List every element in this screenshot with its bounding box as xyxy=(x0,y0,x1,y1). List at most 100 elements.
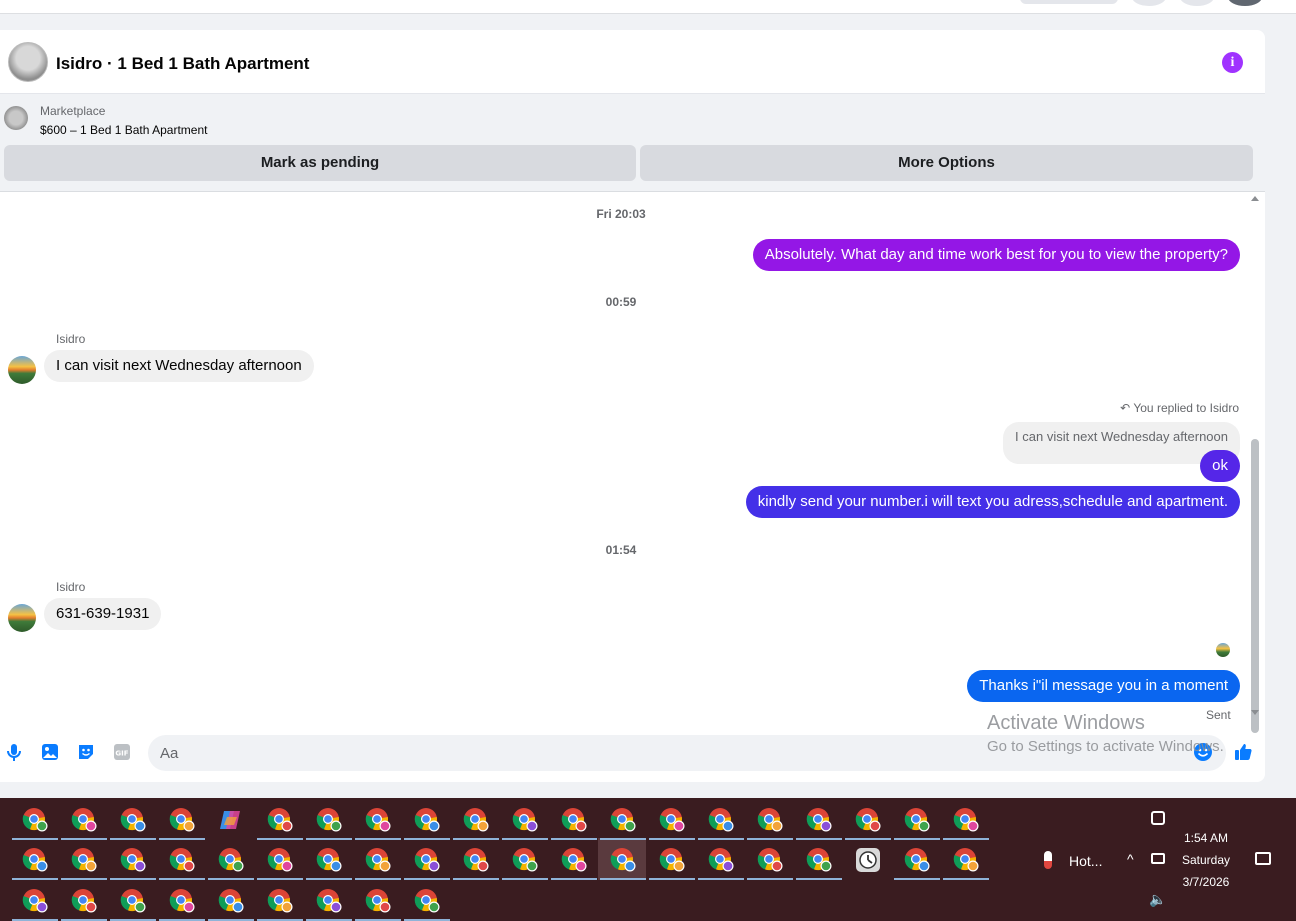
chrome-profile-icon[interactable] xyxy=(806,847,832,873)
taskbar-running-indicator xyxy=(12,878,58,880)
chrome-profile-icon[interactable] xyxy=(365,807,391,833)
outgoing-message[interactable]: kindly send your number.i will text you … xyxy=(745,486,1240,518)
chrome-profile-icon[interactable] xyxy=(414,888,440,914)
chrome-profile-icon[interactable] xyxy=(708,847,734,873)
chrome-profile-icon[interactable] xyxy=(904,807,930,833)
contact-avatar[interactable] xyxy=(8,604,36,632)
chrome-profile-icon[interactable] xyxy=(316,847,342,873)
scrollbar-thumb[interactable] xyxy=(1251,439,1259,733)
chrome-profile-icon[interactable] xyxy=(904,847,930,873)
image-icon[interactable] xyxy=(40,742,60,762)
chrome-profile-icon[interactable] xyxy=(806,807,832,833)
top-bar-pill[interactable] xyxy=(1020,0,1118,4)
taskbar-running-indicator xyxy=(306,838,352,840)
chrome-profile-icon[interactable] xyxy=(316,807,342,833)
top-bar-menu-icon[interactable] xyxy=(1132,0,1166,6)
top-bar-notifications-icon[interactable] xyxy=(1180,0,1214,6)
chrome-profile-icon[interactable] xyxy=(120,847,146,873)
clock-date[interactable]: 3/7/2026 xyxy=(1178,875,1234,889)
conversation-title[interactable]: Isidro · 1 Bed 1 Bath Apartment xyxy=(56,54,309,74)
taskbar-running-indicator xyxy=(943,878,989,880)
chrome-profile-icon[interactable] xyxy=(120,888,146,914)
chrome-profile-icon[interactable] xyxy=(708,807,734,833)
chrome-profile-icon[interactable] xyxy=(169,807,195,833)
chrome-profile-icon[interactable] xyxy=(512,847,538,873)
chrome-profile-icon[interactable] xyxy=(953,847,979,873)
chrome-profile-icon[interactable] xyxy=(463,807,489,833)
chrome-profile-icon[interactable] xyxy=(561,847,587,873)
chrome-profile-icon[interactable] xyxy=(267,807,293,833)
incoming-message[interactable]: 631-639-1931 xyxy=(44,598,162,630)
mark-as-pending-button[interactable]: Mark as pending xyxy=(4,145,636,181)
chrome-profile-icon[interactable] xyxy=(610,847,636,873)
top-bar-account-icon[interactable] xyxy=(1228,0,1262,6)
chrome-profile-icon[interactable] xyxy=(463,847,489,873)
chrome-profile-icon[interactable] xyxy=(22,847,48,873)
listing-avatar[interactable] xyxy=(8,42,48,82)
show-hidden-icons-chevron-icon[interactable]: ^ xyxy=(1127,851,1134,867)
taskbar-running-indicator xyxy=(649,878,695,880)
chrome-profile-icon[interactable] xyxy=(659,807,685,833)
contact-avatar[interactable] xyxy=(8,356,36,384)
chrome-profile-icon[interactable] xyxy=(218,847,244,873)
chrome-profile-icon[interactable] xyxy=(414,847,440,873)
chrome-profile-icon[interactable] xyxy=(855,807,881,833)
weather-widget-text[interactable]: Hot... xyxy=(1069,853,1102,869)
chrome-profile-icon[interactable] xyxy=(71,888,97,914)
listing-title[interactable]: $600 – 1 Bed 1 Bath Apartment xyxy=(40,123,207,137)
volume-icon[interactable]: 🔈 xyxy=(1149,891,1166,908)
scroll-up-arrow[interactable] xyxy=(1251,196,1259,201)
taskbar-running-indicator xyxy=(796,878,842,880)
chrome-profile-icon[interactable] xyxy=(757,847,783,873)
taskbar-running-indicator xyxy=(355,878,401,880)
outgoing-message[interactable]: Absolutely. What day and time work best … xyxy=(752,239,1240,271)
top-navigation-bar xyxy=(0,0,1296,14)
chrome-profile-icon[interactable] xyxy=(316,888,342,914)
taskbar-running-indicator xyxy=(747,838,793,840)
chrome-profile-icon[interactable] xyxy=(953,807,979,833)
chrome-profile-icon[interactable] xyxy=(169,847,195,873)
clock-time[interactable]: 1:54 AM xyxy=(1180,831,1232,845)
outgoing-message[interactable]: ok xyxy=(1200,450,1240,482)
chrome-profile-icon[interactable] xyxy=(120,807,146,833)
taskbar-running-indicator xyxy=(600,878,646,880)
chrome-profile-icon[interactable] xyxy=(267,847,293,873)
sticker-icon[interactable] xyxy=(76,742,96,762)
reply-header-text: You replied to Isidro xyxy=(1133,401,1239,415)
chrome-profile-icon[interactable] xyxy=(22,888,48,914)
thumbs-up-icon[interactable] xyxy=(1233,742,1253,762)
outgoing-message[interactable]: Thanks i"il message you in a moment xyxy=(967,670,1240,702)
clock-day[interactable]: Saturday xyxy=(1178,853,1234,867)
copilot-app-icon[interactable] xyxy=(218,807,244,833)
thread-scrollbar[interactable] xyxy=(1247,192,1263,748)
chrome-profile-icon[interactable] xyxy=(71,807,97,833)
chrome-profile-icon[interactable] xyxy=(757,807,783,833)
chrome-profile-icon[interactable] xyxy=(218,888,244,914)
chrome-profile-icon[interactable] xyxy=(561,807,587,833)
chrome-profile-icon[interactable] xyxy=(512,807,538,833)
clock-app-icon[interactable] xyxy=(855,847,881,873)
notifications-icon[interactable] xyxy=(1255,852,1271,865)
chrome-profile-icon[interactable] xyxy=(610,807,636,833)
weather-icon[interactable] xyxy=(1044,851,1052,869)
more-options-button[interactable]: More Options xyxy=(640,145,1253,181)
meet-now-icon[interactable] xyxy=(1151,811,1165,825)
taskbar-running-indicator xyxy=(110,878,156,880)
microphone-icon[interactable] xyxy=(4,742,24,762)
chrome-profile-icon[interactable] xyxy=(71,847,97,873)
chrome-profile-icon[interactable] xyxy=(169,888,195,914)
gif-icon[interactable]: GIF xyxy=(112,742,132,762)
chrome-profile-icon[interactable] xyxy=(365,888,391,914)
chrome-profile-icon[interactable] xyxy=(22,807,48,833)
incoming-message[interactable]: I can visit next Wednesday afternoon xyxy=(44,350,314,382)
taskbar-running-indicator xyxy=(551,878,597,880)
network-icon[interactable] xyxy=(1151,853,1165,864)
info-icon[interactable]: i xyxy=(1222,52,1243,73)
chrome-profile-icon[interactable] xyxy=(267,888,293,914)
chrome-profile-icon[interactable] xyxy=(659,847,685,873)
chrome-profile-icon[interactable] xyxy=(365,847,391,873)
listing-thumbnail[interactable] xyxy=(4,106,28,130)
chrome-profile-icon[interactable] xyxy=(414,807,440,833)
seen-avatar xyxy=(1216,643,1230,657)
scroll-down-arrow[interactable] xyxy=(1251,710,1259,715)
